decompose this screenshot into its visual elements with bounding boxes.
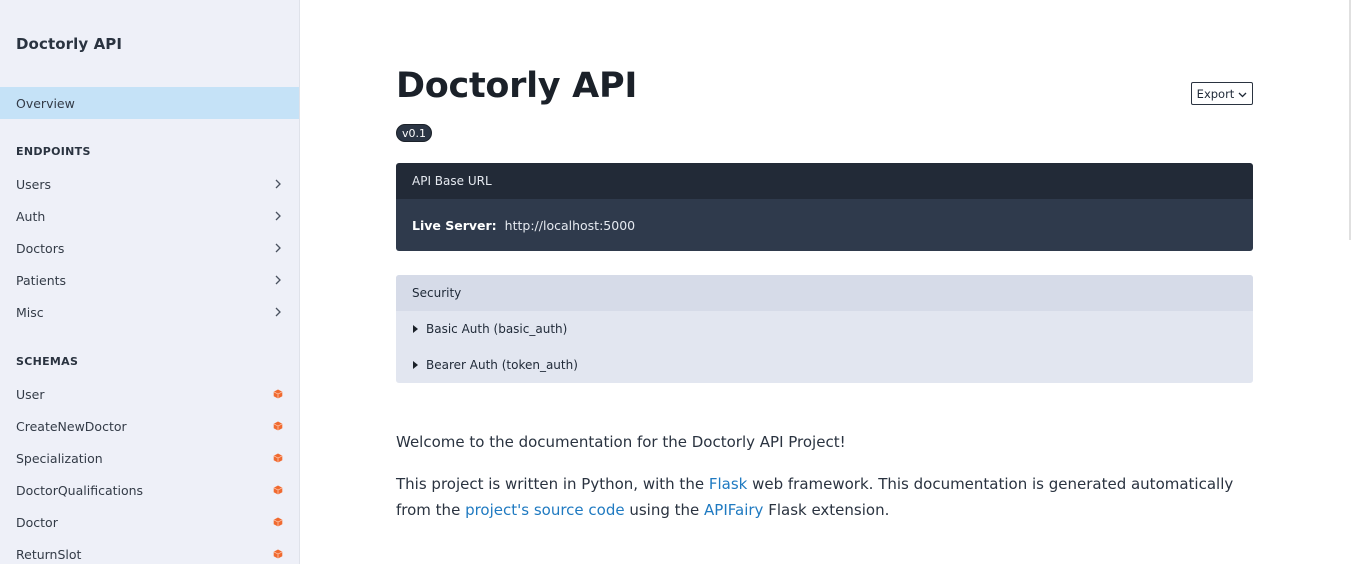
sidebar-item-label: Misc — [16, 304, 44, 320]
security-heading: Security — [396, 275, 1253, 311]
sidebar-item-label: Doctors — [16, 240, 65, 256]
sidebar-item-label: CreateNewDoctor — [16, 418, 127, 434]
sidebar-item-label: Doctor — [16, 514, 58, 530]
api-base-url-panel: API Base URL Live Server: http://localho… — [396, 163, 1253, 251]
api-base-url-heading: API Base URL — [396, 163, 1253, 199]
cube-icon — [273, 517, 283, 527]
sidebar-item-label: User — [16, 386, 45, 402]
security-panel: Security Basic Auth (basic_auth) Bearer … — [396, 275, 1253, 383]
sidebar-item-label: DoctorQualifications — [16, 482, 144, 498]
security-item-basic-auth[interactable]: Basic Auth (basic_auth) — [396, 311, 1253, 347]
version-badge: v0.1 — [396, 124, 433, 142]
info-text: using the — [624, 501, 705, 519]
server-url[interactable]: http://localhost:5000 — [505, 218, 635, 233]
sidebar-item-schema-createnewdoctor[interactable]: CreateNewDoctor — [0, 410, 299, 442]
export-label: Export — [1196, 86, 1235, 101]
chevron-right-icon — [273, 243, 283, 253]
server-label: Live Server: — [412, 217, 497, 233]
security-item-label: Basic Auth (basic_auth) — [426, 322, 568, 336]
sidebar-item-label: Specialization — [16, 450, 103, 466]
sidebar-item-users[interactable]: Users — [0, 168, 299, 200]
info-paragraph: This project is written in Python, with … — [396, 471, 1253, 523]
chevron-down-icon — [1238, 87, 1247, 101]
chevron-right-icon — [273, 179, 283, 189]
sidebar-item-label: ReturnSlot — [16, 546, 82, 562]
chevron-right-icon — [273, 211, 283, 221]
sidebar-item-schema-returnslot[interactable]: ReturnSlot — [0, 538, 299, 564]
chevron-right-icon — [273, 307, 283, 317]
sidebar-item-schema-doctor[interactable]: Doctor — [0, 506, 299, 538]
info-text: This project is written in Python, with … — [396, 475, 709, 493]
info-text: Flask extension. — [763, 501, 890, 519]
export-button[interactable]: Export — [1191, 82, 1253, 105]
cube-icon — [273, 453, 283, 463]
scrollbar-thumb[interactable] — [1349, 0, 1351, 240]
chevron-right-icon — [273, 275, 283, 285]
sidebar-item-misc[interactable]: Misc — [0, 296, 299, 328]
source-code-link[interactable]: project's source code — [465, 501, 625, 519]
server-row: Live Server: http://localhost:5000 — [396, 199, 1253, 251]
cube-icon — [273, 421, 283, 431]
sidebar: Doctorly API Overview ENDPOINTS Users Au… — [0, 0, 300, 564]
caret-right-icon — [413, 325, 418, 333]
sidebar-item-doctors[interactable]: Doctors — [0, 232, 299, 264]
flask-link[interactable]: Flask — [709, 475, 748, 493]
security-item-label: Bearer Auth (token_auth) — [426, 358, 578, 372]
cube-icon — [273, 485, 283, 495]
sidebar-item-overview[interactable]: Overview — [0, 87, 299, 119]
sidebar-item-label: Auth — [16, 208, 46, 224]
cube-icon — [273, 549, 283, 559]
sidebar-item-label: Overview — [16, 95, 75, 111]
endpoints-heading: ENDPOINTS — [16, 145, 91, 158]
sidebar-item-schema-user[interactable]: User — [0, 378, 299, 410]
security-item-bearer-auth[interactable]: Bearer Auth (token_auth) — [396, 347, 1253, 383]
page-title: Doctorly API — [396, 66, 638, 106]
scrollbar[interactable] — [1348, 0, 1352, 564]
caret-right-icon — [413, 361, 418, 369]
cube-icon — [273, 389, 283, 399]
sidebar-item-patients[interactable]: Patients — [0, 264, 299, 296]
sidebar-item-schema-specialization[interactable]: Specialization — [0, 442, 299, 474]
welcome-paragraph: Welcome to the documentation for the Doc… — [396, 433, 846, 451]
main-content: Doctorly API Export v0.1 API Base URL Li… — [396, 0, 1253, 564]
sidebar-item-schema-doctorqualifications[interactable]: DoctorQualifications — [0, 474, 299, 506]
sidebar-item-label: Users — [16, 176, 52, 192]
app-title[interactable]: Doctorly API — [16, 35, 122, 53]
description: Welcome to the documentation for the Doc… — [396, 429, 1253, 539]
sidebar-item-auth[interactable]: Auth — [0, 200, 299, 232]
sidebar-item-label: Patients — [16, 272, 67, 288]
schemas-heading: SCHEMAS — [16, 355, 79, 368]
apifairy-link[interactable]: APIFairy — [704, 501, 763, 519]
